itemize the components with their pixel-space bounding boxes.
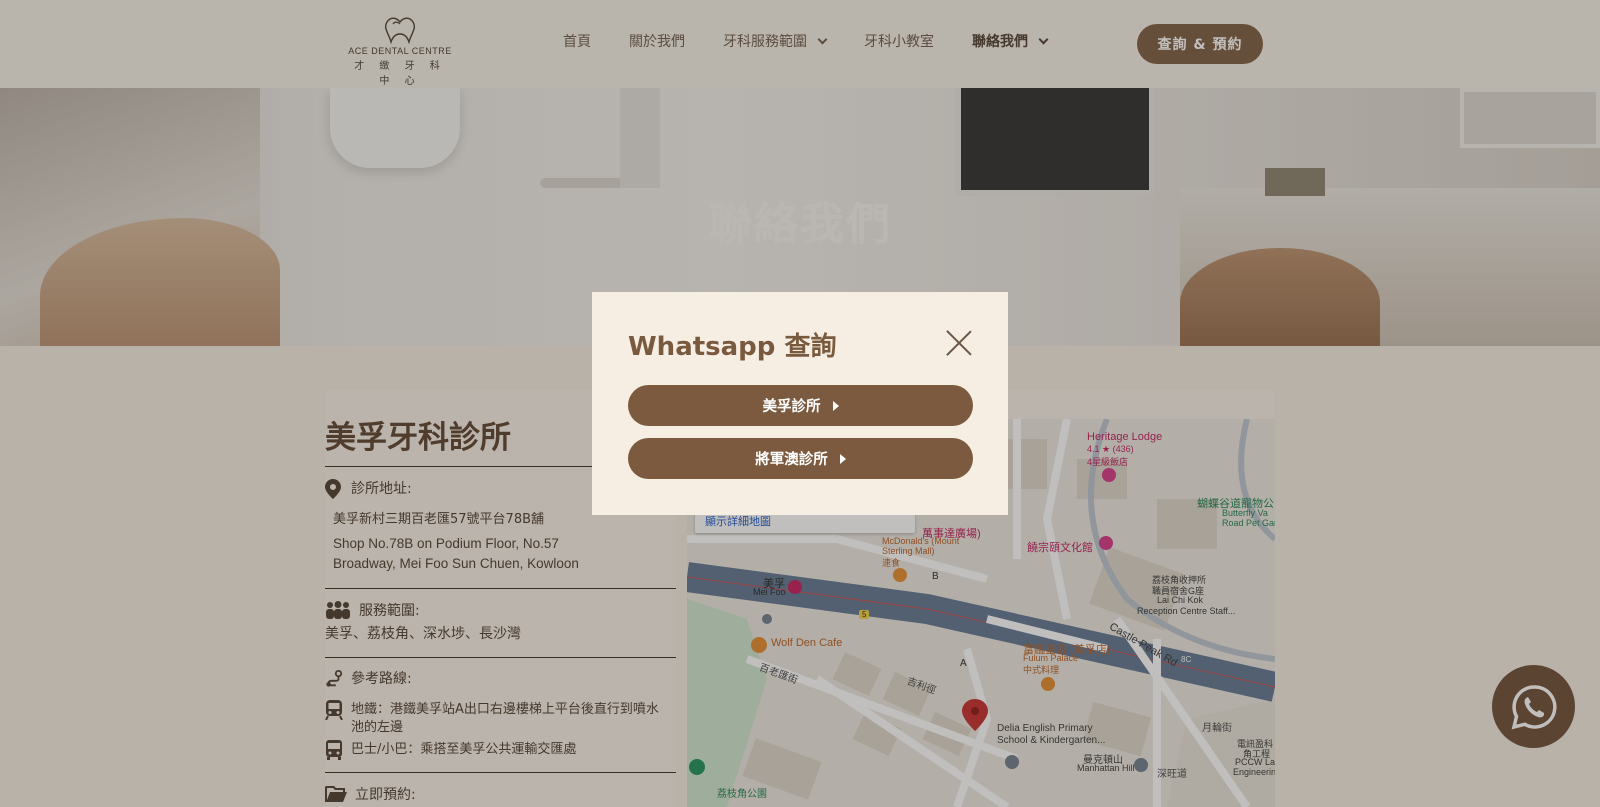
whatsapp-enquiry-modal: Whatsapp 查詢 美孚診所 將軍澳診所 <box>592 292 1008 515</box>
play-arrow-icon <box>832 400 839 411</box>
button-label: 美孚診所 <box>762 399 821 415</box>
tko-clinic-button[interactable]: 將軍澳診所 <box>628 438 973 479</box>
modal-title: Whatsapp 查詢 <box>628 332 837 362</box>
close-icon[interactable] <box>946 330 972 356</box>
play-arrow-icon <box>839 453 846 464</box>
meifoo-clinic-button[interactable]: 美孚診所 <box>628 385 973 426</box>
button-label: 將軍澳診所 <box>755 452 828 468</box>
